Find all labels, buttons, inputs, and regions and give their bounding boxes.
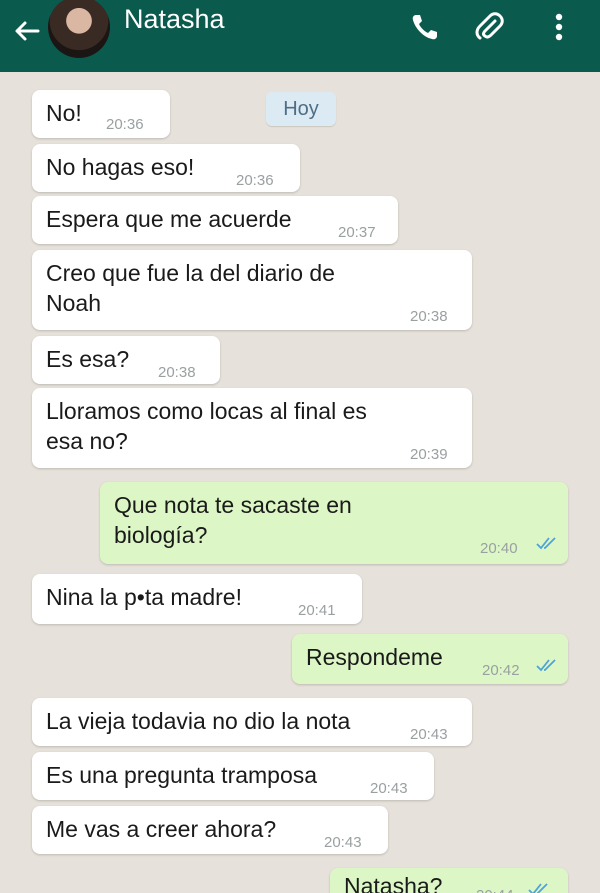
- message-text: Que nota te sacaste en biología?: [114, 492, 352, 548]
- message-text: La vieja todavia no dio la nota: [46, 708, 351, 734]
- message-time: 20:38: [158, 364, 196, 381]
- back-arrow-icon[interactable]: [10, 14, 44, 48]
- message-time: 20:38: [410, 308, 448, 325]
- message-text: Natasha?: [344, 873, 443, 893]
- message-text: Respondeme: [306, 644, 443, 670]
- date-chip: Hoy: [266, 92, 336, 126]
- chat-header: Natasha: [0, 0, 600, 72]
- message-bubble-incoming[interactable]: Creo que fue la del diario de Noah 20:38: [32, 250, 472, 330]
- message-text: Creo que fue la del diario de Noah: [46, 260, 335, 316]
- paperclip-icon[interactable]: [470, 8, 508, 46]
- read-ticks-icon: [528, 883, 548, 893]
- message-bubble-incoming[interactable]: Es esa? 20:38: [32, 336, 220, 384]
- message-time: 20:43: [324, 834, 362, 851]
- message-text: Es una pregunta tramposa: [46, 762, 318, 788]
- message-bubble-incoming[interactable]: Es una pregunta tramposa 20:43: [32, 752, 434, 800]
- message-time: 20:40: [480, 540, 518, 557]
- message-time: 20:39: [410, 446, 448, 463]
- message-text: Nina la p•ta madre!: [46, 584, 242, 610]
- message-bubble-incoming[interactable]: Lloramos como locas al final es esa no? …: [32, 388, 472, 468]
- chat-area[interactable]: Hoy No! 20:36 No hagas eso! 20:36 Espera…: [0, 72, 600, 893]
- message-text: Lloramos como locas al final es esa no?: [46, 398, 367, 454]
- phone-icon[interactable]: [406, 8, 444, 46]
- message-bubble-incoming[interactable]: No! 20:36: [32, 90, 170, 138]
- message-bubble-incoming[interactable]: Espera que me acuerde 20:37: [32, 196, 398, 244]
- message-time: 20:43: [370, 780, 408, 797]
- avatar[interactable]: [48, 0, 110, 58]
- message-bubble-incoming[interactable]: Nina la p•ta madre! 20:41: [32, 574, 362, 624]
- message-text: Es esa?: [46, 346, 130, 372]
- contact-name[interactable]: Natasha: [124, 4, 225, 35]
- read-ticks-icon: [536, 659, 556, 672]
- message-time: 20:41: [298, 602, 336, 619]
- message-bubble-incoming[interactable]: No hagas eso! 20:36: [32, 144, 300, 192]
- message-time: 20:36: [236, 172, 274, 189]
- message-bubble-outgoing[interactable]: Respondeme 20:42: [292, 634, 568, 684]
- message-time: 20:44: [476, 881, 514, 893]
- read-ticks-icon: [536, 537, 556, 550]
- message-time: 20:36: [106, 116, 144, 133]
- more-vert-icon[interactable]: [540, 8, 578, 46]
- message-time: 20:42: [482, 662, 520, 679]
- message-time: 20:43: [410, 726, 448, 743]
- message-text: Me vas a creer ahora?: [46, 816, 277, 842]
- message-text: No hagas eso!: [46, 154, 195, 180]
- message-text: Espera que me acuerde: [46, 206, 292, 232]
- message-bubble-outgoing[interactable]: Que nota te sacaste en biología? 20:40: [100, 482, 568, 564]
- message-text: No!: [46, 100, 82, 126]
- message-bubble-incoming[interactable]: La vieja todavia no dio la nota 20:43: [32, 698, 472, 746]
- message-time: 20:37: [338, 224, 376, 241]
- message-bubble-outgoing[interactable]: Natasha? 20:44: [330, 868, 568, 893]
- message-bubble-incoming[interactable]: Me vas a creer ahora? 20:43: [32, 806, 388, 854]
